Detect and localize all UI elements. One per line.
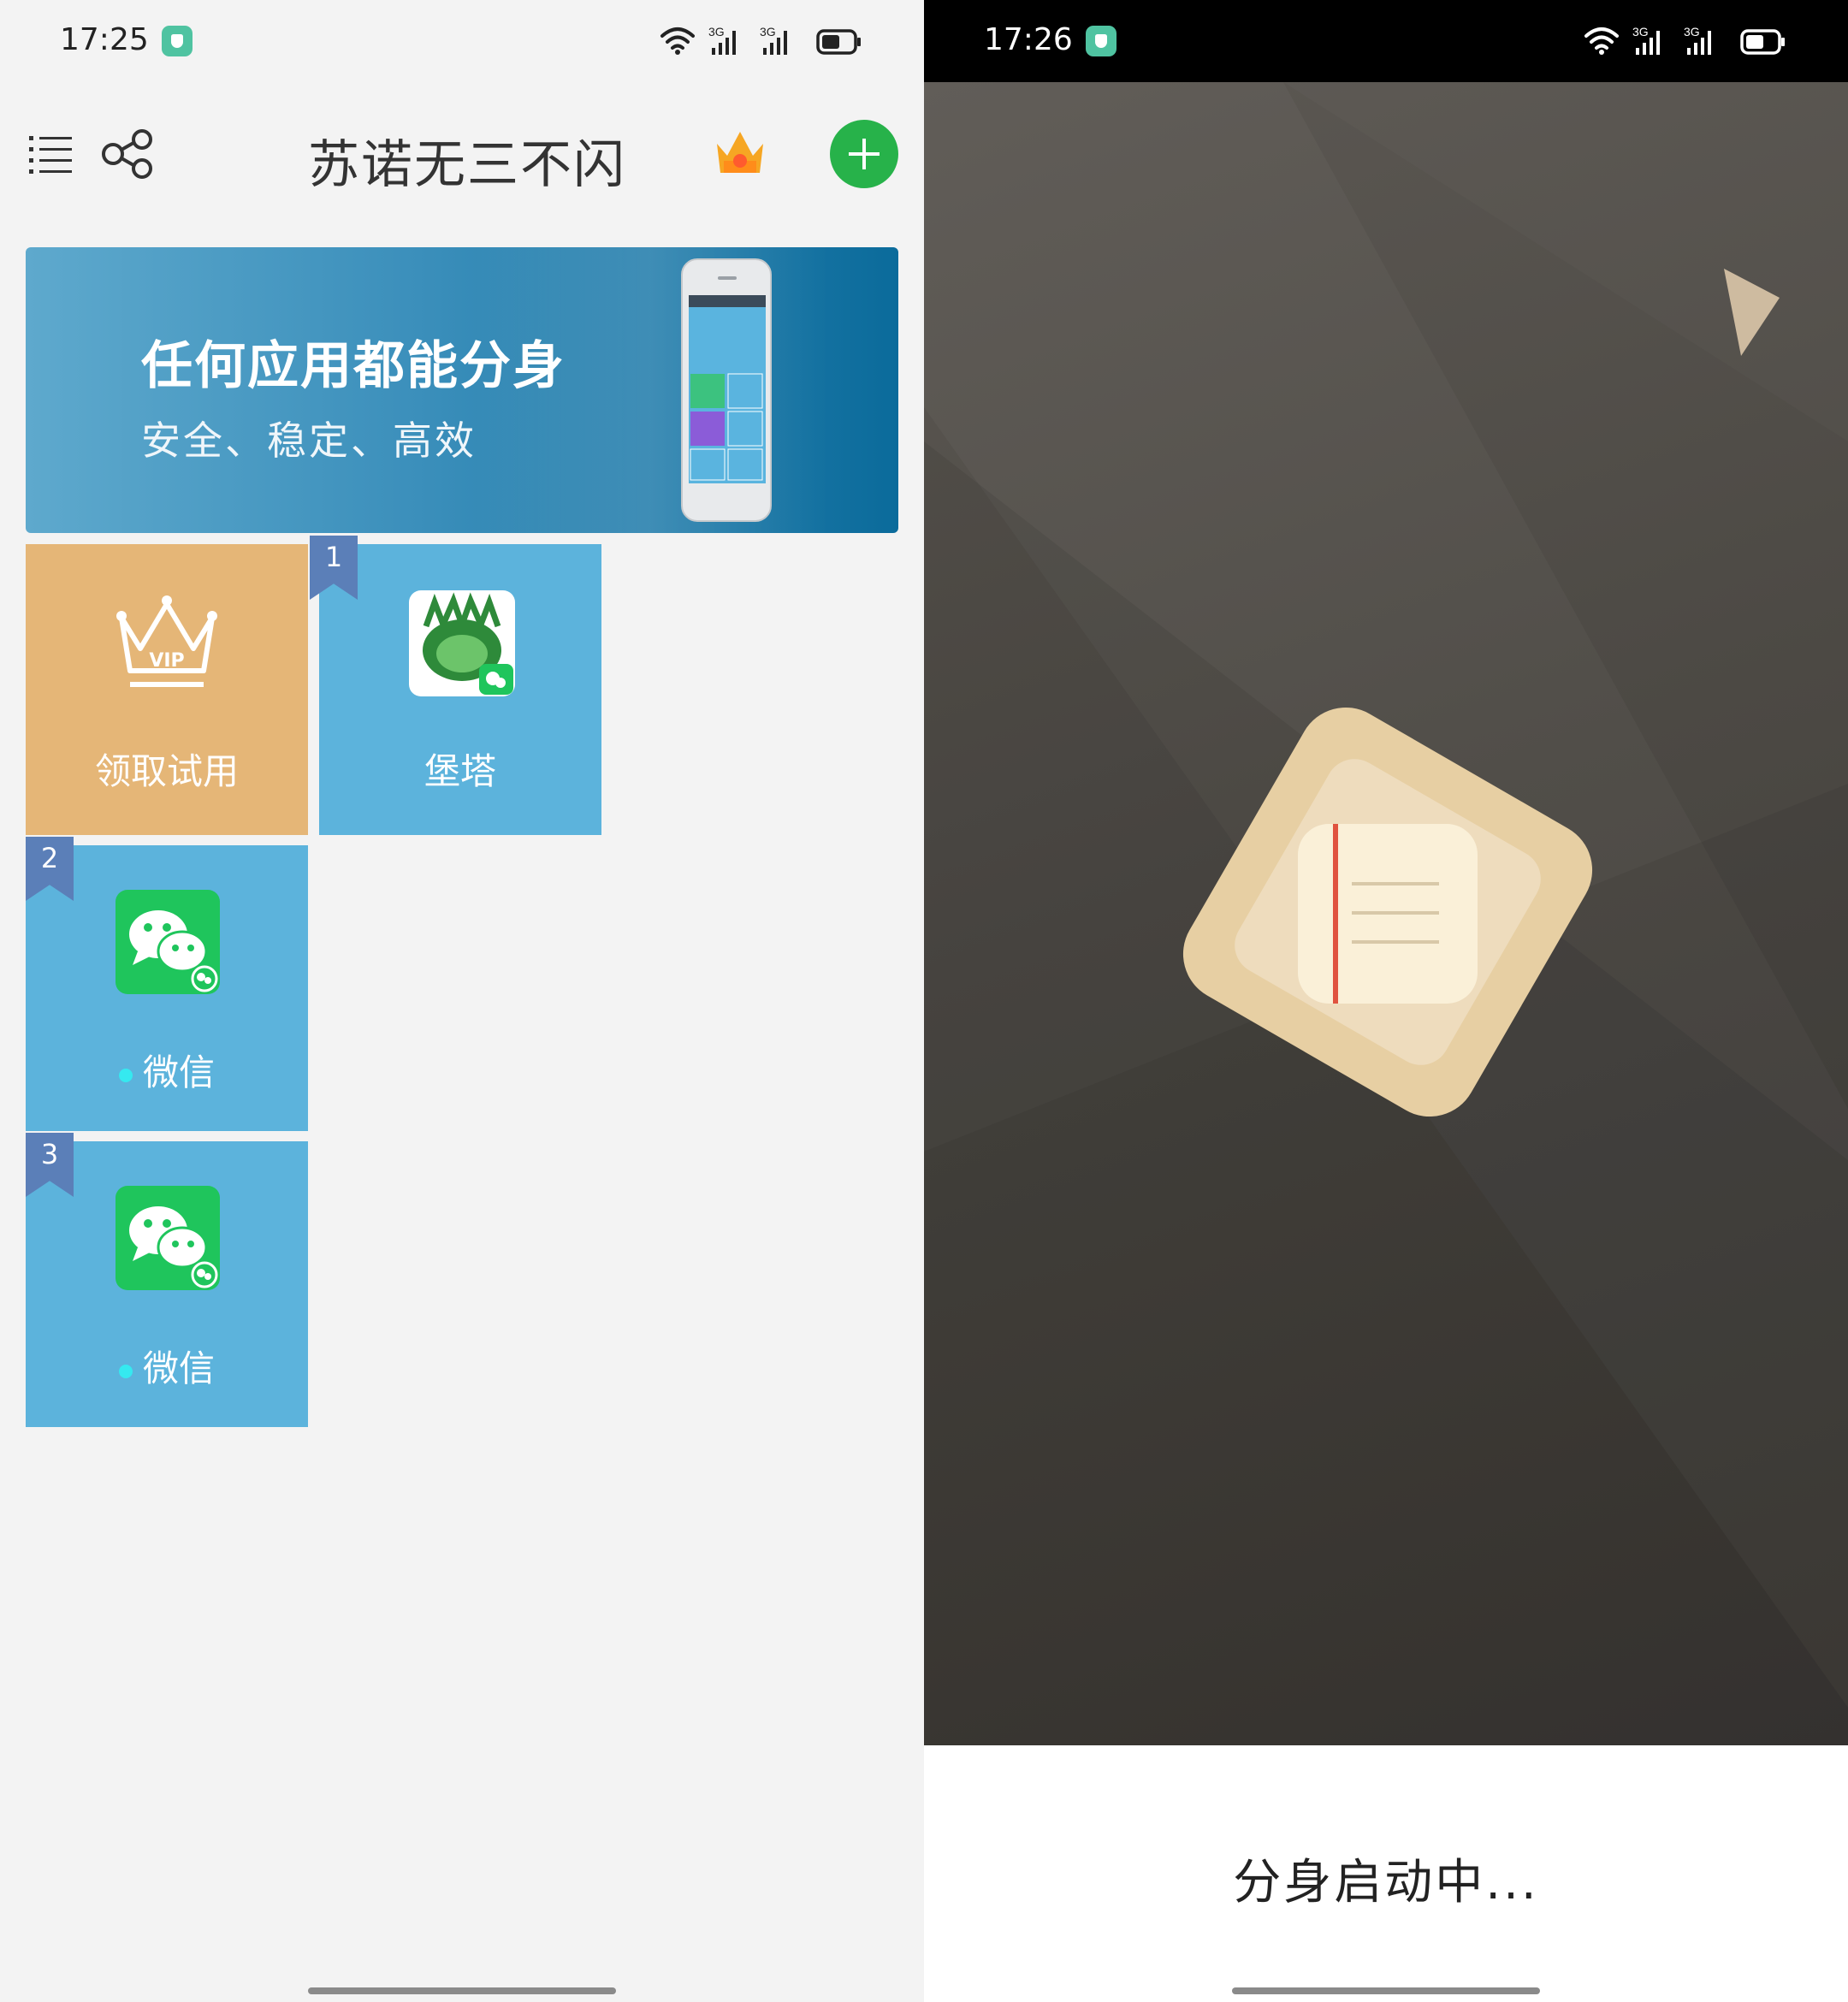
plus-icon <box>849 139 880 169</box>
home-indicator[interactable] <box>1232 1987 1540 1994</box>
add-app-button[interactable] <box>830 120 898 188</box>
app-home-screen: 17:25 3G 3G 苏诺无三不闪 任何应用都能分身 安全、稳定、高效 VIP… <box>0 0 924 2002</box>
vip-crown-icon: VIP <box>116 595 217 687</box>
signal-3g-icon: 3G <box>708 25 736 55</box>
tile-label: 微信 <box>142 1051 215 1093</box>
wechat-app-icon <box>116 890 220 994</box>
security-shield-icon <box>1086 26 1116 56</box>
tile-label-row: 微信 <box>26 1044 308 1096</box>
loading-text: 分身启动中... <box>1233 1855 1539 1910</box>
tile-label: 领取试用 <box>94 750 239 792</box>
app-tile-baota[interactable]: 堡塔 <box>319 544 601 835</box>
status-icons: 3G 3G <box>1584 25 1785 55</box>
splash-background <box>924 82 1848 1745</box>
promo-banner[interactable]: 任何应用都能分身 安全、稳定、高效 <box>26 247 898 533</box>
vip-crown-icon[interactable] <box>714 127 767 176</box>
svg-text:3G: 3G <box>708 25 725 38</box>
share-icon[interactable] <box>101 128 154 180</box>
status-time: 17:25 <box>60 22 149 57</box>
online-dot-icon <box>118 1068 133 1082</box>
svg-text:3G: 3G <box>1632 25 1649 38</box>
battery-icon <box>1740 29 1785 55</box>
tile-label: 堡塔 <box>424 750 496 792</box>
tile-label: 微信 <box>142 1348 215 1389</box>
wifi-icon <box>660 27 695 50</box>
svg-text:3G: 3G <box>1684 25 1700 38</box>
notebook-app-icon <box>1299 824 1478 1004</box>
online-dot-icon <box>118 1364 133 1378</box>
battery-icon <box>816 29 861 55</box>
status-time: 17:26 <box>984 22 1073 57</box>
security-shield-icon <box>162 26 192 56</box>
vip-trial-tile[interactable]: VIP 领取试用 <box>26 544 308 835</box>
banner-headline: 任何应用都能分身 <box>141 336 566 396</box>
menu-list-icon[interactable] <box>29 134 74 174</box>
svg-text:VIP: VIP <box>149 650 184 672</box>
status-bar: 17:26 3G 3G <box>924 0 1848 82</box>
signal-3g-icon: 3G <box>1684 25 1711 55</box>
banner-subline: 安全、稳定、高效 <box>141 418 477 464</box>
clone-launch-screen: 17:26 3G 3G 分身启动中... <box>924 0 1848 2002</box>
baota-app-icon <box>409 590 515 696</box>
tile-label-row: 微信 <box>26 1340 308 1392</box>
wifi-icon <box>1584 27 1619 50</box>
app-title: 苏诺无三不闪 <box>308 135 626 195</box>
svg-text:3G: 3G <box>760 25 776 38</box>
wechat-app-icon <box>116 1186 220 1290</box>
signal-3g-icon: 3G <box>1632 25 1660 55</box>
status-icons: 3G 3G <box>660 25 861 55</box>
signal-3g-icon: 3G <box>760 25 787 55</box>
status-bar: 17:25 3G 3G <box>0 0 924 82</box>
phone-illustration <box>681 258 772 522</box>
home-indicator[interactable] <box>308 1987 616 1994</box>
